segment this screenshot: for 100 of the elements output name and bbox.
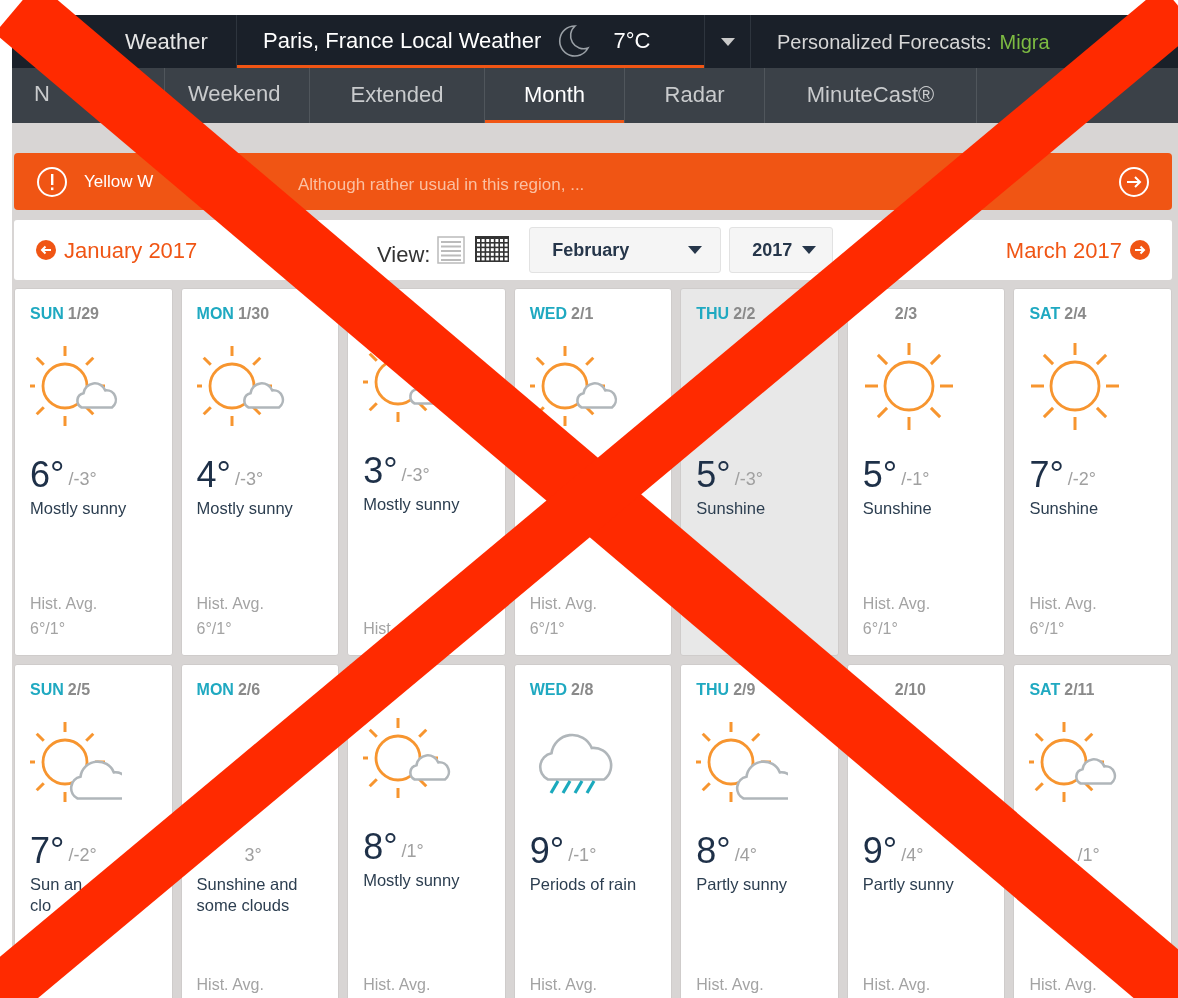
day-card[interactable]: 2/3 5°/-1° Sunshine Hist. Avg. 6°/1°: [846, 288, 1006, 656]
day-name: SAT: [1029, 680, 1061, 700]
nav-tab[interactable]: Radar: [625, 68, 764, 123]
day-name: MON: [196, 680, 234, 700]
day-card[interactable]: 8°/1° Mostly sunny Hist. Avg.: [347, 664, 506, 998]
low-temperature: 3°: [244, 844, 262, 867]
day-date: 2/10: [894, 680, 926, 700]
low-temperature: /-3°: [401, 464, 430, 487]
day-date: 2/1: [571, 304, 594, 324]
arrow-right-icon: [1118, 165, 1150, 198]
historical-label: Hist. Avg.: [696, 975, 765, 996]
historical-value: 6°/1°: [30, 619, 67, 640]
high-temperature: 5°: [862, 457, 898, 493]
historical-label: Hist. Avg.: [862, 975, 932, 996]
nav-tab[interactable]: MinuteCast®: [765, 68, 976, 123]
day-date: 2/5: [67, 680, 91, 700]
day-date: 2/2: [733, 304, 756, 324]
day-name: WED: [529, 680, 568, 700]
caret-icon: [688, 246, 703, 254]
day-name: SUN: [30, 680, 64, 700]
high-temperature: 4°: [196, 457, 231, 493]
day-name: THU: [696, 304, 730, 324]
high-temperature: 7°: [30, 833, 65, 869]
day-card[interactable]: THU 2/9 8°/4° Partly sunny Hist. Avg.: [680, 664, 839, 998]
view-mode-button[interactable]: [475, 236, 510, 264]
weather-condition: Mostly sunny: [363, 494, 461, 515]
day-date: 2/11: [1064, 680, 1095, 700]
day-name: THU: [696, 680, 730, 700]
historical-label: Hist. Avg.: [196, 594, 265, 615]
day-date: 1/30: [237, 304, 270, 324]
high-temperature: 7°: [1029, 457, 1064, 493]
historical-label: Hist. Avg.: [862, 594, 932, 615]
low-temperature: /-1°: [901, 468, 930, 491]
temperature-text: 7°C: [613, 26, 651, 55]
weather-condition: Sunshine: [696, 498, 767, 519]
view-label: View:: [377, 241, 431, 269]
weather-condition: Sunshine: [862, 498, 933, 519]
nav-tab[interactable]: Extended: [310, 68, 484, 123]
day-card[interactable]: SAT 2/4 7°/-2° Sunshine Hist. Avg. 6°/1°: [1013, 288, 1172, 656]
personalized-label: Personalized Forecasts:: [777, 29, 992, 55]
warning-icon: [36, 165, 68, 198]
low-temperature: /4°: [901, 844, 924, 867]
low-temperature: /-1°: [568, 844, 597, 867]
historical-label: Hist. Avg.: [196, 975, 265, 996]
arrow-right-icon: [1130, 240, 1150, 260]
historical-label: Hist: [363, 619, 392, 640]
historical-label: Hist. Avg.: [1029, 975, 1098, 996]
historical-value: 6°/1°: [1029, 619, 1066, 640]
personalized-link[interactable]: Migra: [999, 26, 1050, 57]
historical-label: Hist. Avg.: [1029, 594, 1098, 615]
historical-label: Hist. Avg.: [363, 975, 432, 996]
low-temperature: /1°: [1077, 844, 1100, 867]
day-card[interactable]: WED 2/8 9°/-1° Periods of rain Hist. Avg.: [513, 664, 673, 998]
high-temperature: 6°: [30, 457, 65, 493]
day-name: SAT: [1029, 304, 1061, 324]
high-temperature: 9°: [529, 833, 565, 869]
caret-icon: [719, 36, 736, 47]
low-temperature: /1°: [401, 840, 424, 863]
nav-tab[interactable]: N: [34, 81, 50, 110]
high-temperature: 8°: [696, 833, 731, 869]
alert-title: Yellow W: [84, 170, 154, 193]
location-tab[interactable]: Weather: [125, 25, 208, 58]
high-temperature: 8°: [363, 829, 398, 865]
historical-label: Hist. Avg.: [30, 594, 99, 615]
year-dropdown[interactable]: 2017: [729, 227, 834, 273]
low-temperature: /-2°: [1067, 468, 1097, 491]
day-name: SUN: [30, 304, 64, 324]
low-temperature: /-2°: [68, 844, 97, 867]
high-temperature: 5°: [696, 457, 731, 493]
weather-condition: Periods of rain: [529, 874, 638, 895]
day-date: 2/8: [571, 680, 594, 700]
day-date: 1/29: [67, 304, 99, 324]
weather-condition: Partly sunny: [696, 874, 789, 895]
day-date: 2/9: [733, 680, 756, 700]
historical-label: Hist. Avg.: [529, 594, 598, 615]
weather-condition: Partly sunny: [862, 874, 955, 895]
caret-icon: [802, 246, 817, 254]
historical-value: 6°/1°: [862, 619, 899, 640]
low-temperature: /4°: [734, 844, 757, 867]
historical-value: 6°/1°: [196, 619, 233, 640]
day-date: 2/4: [1064, 304, 1087, 324]
weather-condition: Mostly sunny: [30, 498, 128, 519]
weather-condition: Mostly sunny: [363, 870, 461, 891]
day-card[interactable]: MON 1/30 4°/-3° Mostly sunny Hist. Avg. 6°/1°: [180, 288, 340, 656]
high-temperature: 9°: [862, 833, 898, 869]
historical-value: 6°/1°: [529, 619, 566, 640]
month-dropdown[interactable]: February: [529, 227, 722, 273]
weather-condition: Sun an clo: [30, 874, 84, 917]
weather-condition: Mostly sunny: [196, 498, 294, 519]
nav-tab[interactable]: Month: [485, 68, 624, 123]
historical-label: Hist. Avg.: [529, 975, 598, 996]
next-month-link[interactable]: March 2017: [1005, 233, 1150, 267]
weather-condition: Sunshine and some clouds: [196, 874, 299, 917]
day-name: MON: [196, 304, 234, 324]
day-card[interactable]: SUN 1/29 6°/-3° Mostly sunny Hist. Avg. 6°/1°: [14, 288, 173, 656]
weather-condition: Sunshine: [1029, 498, 1100, 519]
arrow-left-icon: [36, 240, 56, 260]
nav-tab[interactable]: Weekend: [188, 81, 281, 110]
day-name: WED: [529, 304, 568, 324]
high-temperature: 3°: [363, 453, 398, 489]
